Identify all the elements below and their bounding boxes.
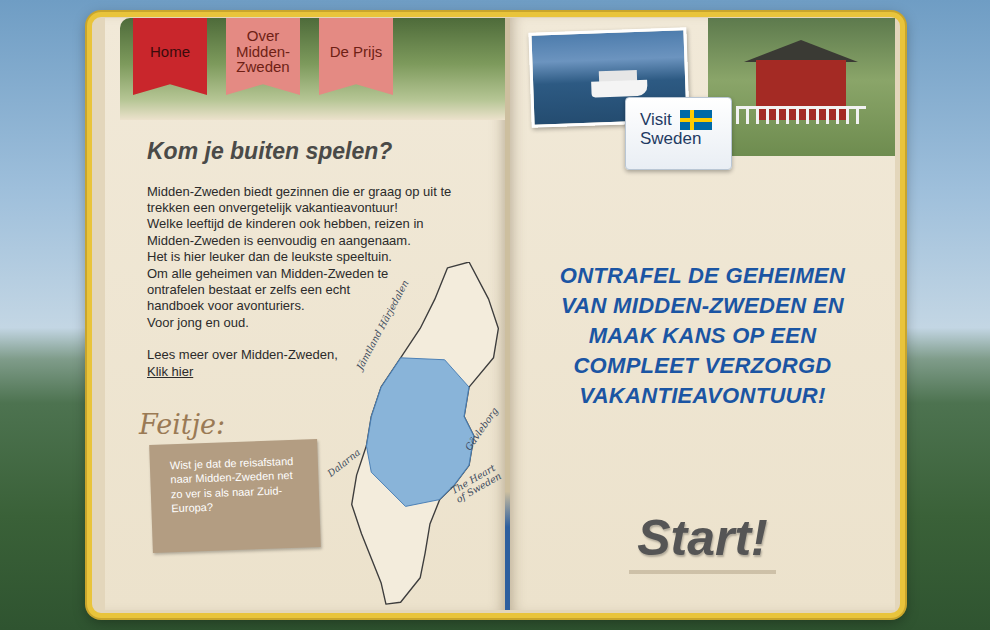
logo-sweden-text: Sweden (640, 130, 723, 149)
ship-hull (591, 80, 648, 98)
logo-visit-text: Visit (640, 111, 672, 130)
logo-top-row: Visit (640, 110, 723, 130)
fact-box: Wist je dat de reisafstand naar Midden-Z… (149, 439, 321, 553)
header-banner: Home Over Midden-Zweden De Prijs (120, 18, 505, 120)
intro-line: Midden-Zweden biedt gezinnen die er graa… (147, 184, 495, 200)
nav-tab[interactable]: De Prijs (319, 18, 393, 95)
cabin-photo (708, 18, 895, 156)
nav-tab[interactable]: Home (133, 18, 207, 95)
swedish-flag-icon (680, 110, 712, 130)
photo-collage: VisitSweden (510, 18, 895, 183)
nav-tab[interactable]: Over Midden-Zweden (226, 18, 300, 95)
intro-line: trekken een onvergetelijk vakantieavontu… (147, 200, 495, 216)
intro-heading: Kom je buiten spelen? (147, 138, 495, 166)
left-page: Home Over Midden-Zweden De Prijs Kom je bui… (105, 18, 505, 610)
promo-headline: ONTRAFEL DE GEHEIMENVAN MIDDEN-ZWEDEN EN… (560, 261, 846, 411)
promo-line: COMPLEET VERZORGD (560, 351, 846, 381)
cabin-porch (736, 106, 866, 124)
promo-line: VAN MIDDEN-ZWEDEN EN (560, 291, 846, 321)
intro-line: Het is hier leuker dan de leukste speelt… (147, 249, 495, 265)
promo-line: VAKANTIEAVONTUUR! (560, 381, 846, 411)
intro-line: Welke leeftijd de kinderen ook hebben, r… (147, 216, 495, 232)
sweden-map: Jämtland HärjedalenGävleborgDalarnaThe H… (345, 262, 510, 612)
visit-sweden-logo[interactable]: VisitSweden (625, 97, 732, 170)
sweden-outline-icon (345, 262, 510, 612)
read-more-link[interactable]: Klik hier (147, 364, 193, 379)
promo-line: MAAK KANS OP EEN (560, 321, 846, 351)
cabin-roof (744, 40, 858, 62)
intro-line: Midden-Zweden is eenvoudig en aangenaam. (147, 233, 495, 249)
start-button[interactable]: Start! (629, 511, 776, 574)
fact-text: Wist je dat de reisafstand naar Midden-Z… (170, 453, 304, 515)
right-page: VisitSweden ONTRAFEL DE GEHEIMENVAN MIDDE… (510, 18, 895, 610)
promo-line: ONTRAFEL DE GEHEIMEN (560, 261, 846, 291)
book: Home Over Midden-Zweden De Prijs Kom je bui… (87, 12, 905, 618)
